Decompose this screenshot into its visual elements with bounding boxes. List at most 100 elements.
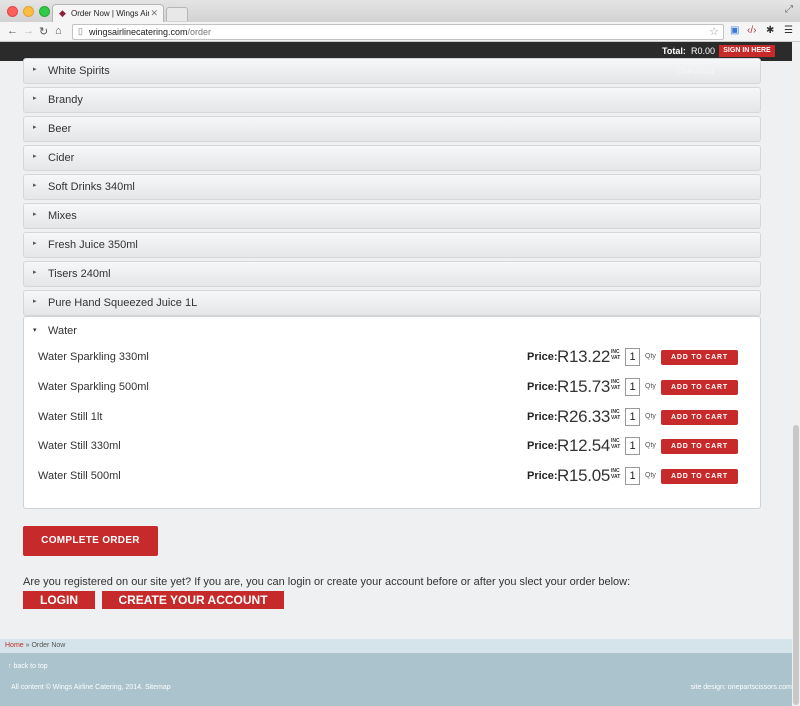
bookmark-star-icon[interactable]: ☆ (709, 25, 719, 38)
price-value: R15.05 (557, 466, 611, 485)
back-to-top-link[interactable]: ↑ back to top (8, 663, 48, 670)
checkout-link[interactable]: Checkout (676, 66, 714, 76)
category-tisers[interactable]: ▸ Tisers 240ml (23, 261, 761, 287)
inc-vat-label: INC VAT (611, 349, 621, 361)
caret-right-icon: ▸ (33, 211, 37, 218)
close-window-button[interactable] (7, 6, 18, 17)
caret-right-icon: ▸ (33, 153, 37, 160)
add-to-cart-button[interactable]: ADD TO CART (661, 350, 738, 365)
category-beer[interactable]: ▸ Beer (23, 116, 761, 142)
browser-tab-bar: ◆ Order Now | Wings Airline ✕ ⤢ (0, 0, 800, 22)
inc-vat-label: INC VAT (611, 438, 621, 450)
category-label: Pure Hand Squeezed Juice 1L (48, 297, 198, 309)
quantity-input[interactable]: 1 (625, 437, 640, 455)
menu-icon[interactable]: ☰ (784, 25, 793, 36)
category-label: Tisers 240ml (48, 268, 111, 280)
cart-total-label: Total: (662, 46, 686, 56)
quantity-input[interactable]: 1 (625, 408, 640, 426)
category-soft-drinks[interactable]: ▸ Soft Drinks 340ml (23, 174, 761, 200)
browser-toolbar: ← → ↻ ⌂ ▯ wingsairlinecatering.com/order… (0, 22, 800, 42)
category-label: Beer (48, 123, 72, 135)
settings-gear-icon[interactable]: ✱ (766, 25, 774, 36)
breadcrumb-home-link[interactable]: Home (5, 642, 24, 649)
caret-right-icon: ▸ (33, 66, 37, 73)
caret-right-icon: ▸ (33, 298, 37, 305)
caret-down-icon[interactable]: ▾ (33, 326, 37, 334)
product-name: Water Sparkling 330ml (38, 351, 149, 363)
caret-right-icon: ▸ (33, 124, 37, 131)
price-value: R26.33 (557, 407, 611, 426)
qty-label: Qty (645, 383, 656, 390)
devtools-extension-icon[interactable]: ‹/› (747, 25, 756, 36)
qty-label: Qty (645, 353, 656, 360)
home-icon[interactable]: ⌂ (55, 25, 62, 37)
caret-right-icon: ▸ (33, 182, 37, 189)
qty-label: Qty (645, 442, 656, 449)
qty-label: Qty (645, 472, 656, 479)
category-water-label[interactable]: Water (48, 325, 77, 337)
new-tab-button[interactable] (166, 7, 188, 21)
extension-icon[interactable]: ▣ (730, 25, 739, 36)
quantity-input[interactable]: 1 (625, 378, 640, 396)
forward-icon[interactable]: → (23, 25, 34, 37)
price-value: R12.54 (557, 436, 611, 455)
reload-icon[interactable]: ↻ (39, 25, 48, 38)
product-name: Water Still 330ml (38, 440, 121, 452)
browser-tab-active[interactable]: ◆ Order Now | Wings Airline ✕ (52, 4, 164, 22)
copyright-text: All content © Wings Airline Catering, 20… (11, 684, 171, 691)
breadcrumb: Home » Order Now (0, 639, 800, 653)
category-mixes[interactable]: ▸ Mixes (23, 203, 761, 229)
registered-prompt: Are you registered on our site yet? If y… (23, 576, 631, 588)
quantity-input[interactable]: 1 (625, 348, 640, 366)
login-button[interactable]: LOGIN (23, 591, 95, 609)
add-to-cart-button[interactable]: ADD TO CART (661, 469, 738, 484)
price-value: R15.73 (557, 377, 611, 396)
caret-right-icon: ▸ (33, 240, 37, 247)
category-label: Soft Drinks 340ml (48, 181, 135, 193)
category-fresh-juice[interactable]: ▸ Fresh Juice 350ml (23, 232, 761, 258)
back-icon[interactable]: ← (7, 25, 18, 37)
add-to-cart-button[interactable]: ADD TO CART (661, 439, 738, 454)
add-to-cart-button[interactable]: ADD TO CART (661, 380, 738, 395)
category-brandy[interactable]: ▸ Brandy (23, 87, 761, 113)
product-name: Water Sparkling 500ml (38, 381, 149, 393)
category-label: Mixes (48, 210, 77, 222)
inc-vat-label: INC VAT (611, 379, 621, 391)
category-white-spirits[interactable]: ▸ White Spirits (23, 58, 761, 84)
minimize-window-button[interactable] (23, 6, 34, 17)
quantity-input[interactable]: 1 (625, 467, 640, 485)
product-name: Water Still 1lt (38, 411, 103, 423)
price-label: Price: (527, 381, 558, 393)
create-account-button[interactable]: CREATE YOUR ACCOUNT (102, 591, 284, 609)
price-value: R13.22 (557, 347, 611, 366)
maximize-window-button[interactable] (39, 6, 50, 17)
category-label: Brandy (48, 94, 83, 106)
fullscreen-icon[interactable]: ⤢ (785, 4, 793, 15)
product-name: Water Still 500ml (38, 470, 121, 482)
cart-total-value: R0.00 (691, 46, 716, 56)
page-icon: ▯ (78, 26, 83, 36)
category-label: Cider (48, 152, 75, 164)
address-url[interactable]: wingsairlinecatering.com/order (89, 27, 211, 37)
inc-vat-label: INC VAT (611, 409, 621, 421)
caret-right-icon: ▸ (33, 269, 37, 276)
price-label: Price: (527, 351, 558, 363)
design-credit-link[interactable]: site design: onepartscissors.com (690, 684, 792, 691)
tab-close-icon[interactable]: ✕ (150, 8, 158, 19)
category-label: White Spirits (48, 65, 110, 77)
footer: ↑ back to top All content © Wings Airlin… (0, 653, 800, 706)
page-scrollbar-thumb[interactable] (793, 425, 799, 705)
price-label: Price: (527, 470, 558, 482)
complete-order-button[interactable]: COMPLETE ORDER (23, 526, 158, 556)
category-pure-juice[interactable]: ▸ Pure Hand Squeezed Juice 1L (23, 290, 761, 316)
qty-label: Qty (645, 413, 656, 420)
wings-favicon-icon: ◆ (59, 8, 66, 18)
address-bar[interactable]: ▯ wingsairlinecatering.com/order ☆ (72, 24, 724, 40)
add-to-cart-button[interactable]: ADD TO CART (661, 410, 738, 425)
price-label: Price: (527, 440, 558, 452)
caret-right-icon: ▸ (33, 95, 37, 102)
category-cider[interactable]: ▸ Cider (23, 145, 761, 171)
sign-in-button[interactable]: SIGN IN HERE (719, 45, 775, 57)
breadcrumb-current: Order Now (31, 642, 66, 649)
inc-vat-label: INC VAT (611, 468, 621, 480)
